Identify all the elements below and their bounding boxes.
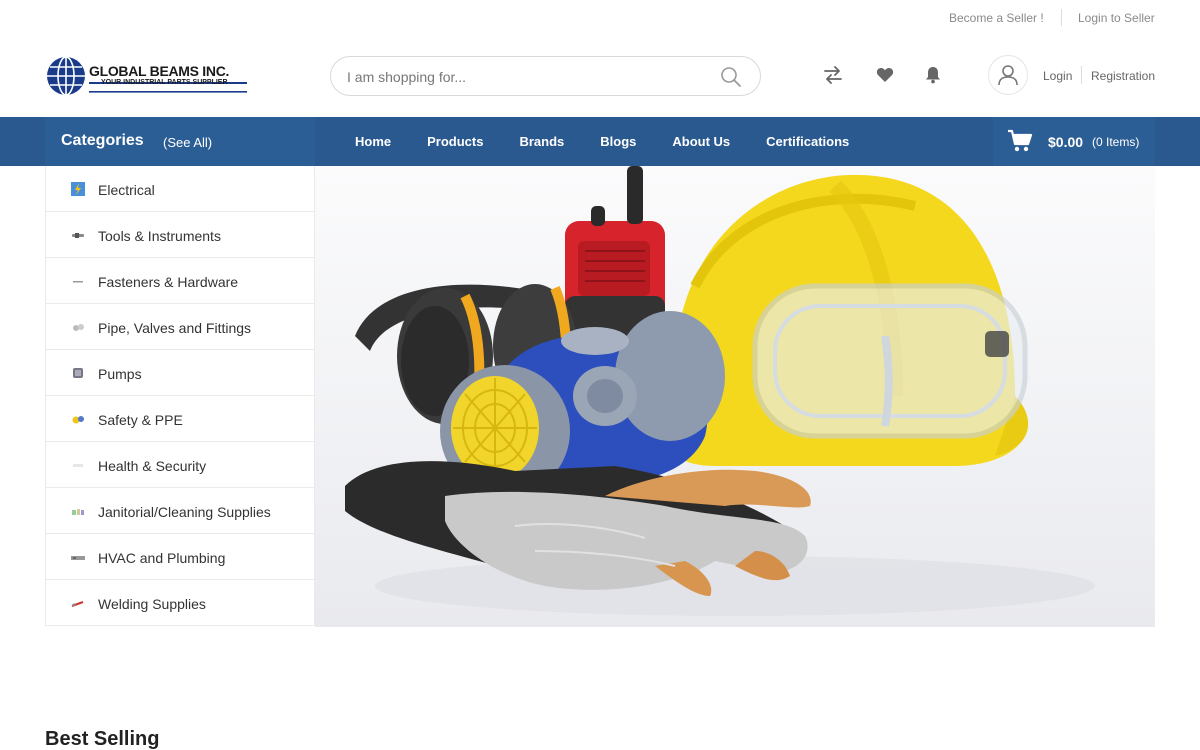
category-label: Pipe, Valves and Fittings bbox=[98, 320, 252, 336]
search-box bbox=[330, 56, 761, 96]
category-label: Fasteners & Hardware bbox=[98, 274, 239, 290]
cart-icon bbox=[1008, 129, 1033, 152]
user-icon bbox=[998, 65, 1018, 86]
cleaning-icon bbox=[72, 509, 84, 515]
top-bar: Become a Seller ! Login to Seller bbox=[0, 0, 1200, 36]
site-logo[interactable]: GLOBAL BEAMS INC. YOUR INDUSTRIAL PARTS … bbox=[45, 55, 250, 97]
category-item-fasteners[interactable]: Fasteners & Hardware bbox=[46, 258, 314, 304]
category-item-safety[interactable]: Safety & PPE bbox=[46, 396, 314, 442]
fasteners-icon bbox=[73, 281, 83, 283]
electrical-icon bbox=[71, 182, 85, 196]
categories-title: Categories bbox=[61, 132, 144, 149]
divider bbox=[1081, 66, 1082, 84]
divider bbox=[1061, 9, 1062, 26]
nav-blogs[interactable]: Blogs bbox=[600, 117, 636, 166]
category-label: Janitorial/Cleaning Supplies bbox=[98, 504, 271, 520]
categories-header[interactable]: Categories (See All) bbox=[45, 117, 315, 166]
wishlist-icon[interactable] bbox=[874, 64, 896, 86]
login-to-seller-link[interactable]: Login to Seller bbox=[1078, 11, 1155, 25]
registration-link[interactable]: Registration bbox=[1091, 69, 1155, 83]
best-selling-heading: Best Selling bbox=[45, 728, 160, 750]
category-item-pumps[interactable]: Pumps bbox=[46, 350, 314, 396]
hvac-icon bbox=[71, 556, 85, 560]
hero-ppe-image bbox=[345, 166, 1095, 616]
category-label: Welding Supplies bbox=[98, 596, 206, 612]
login-link[interactable]: Login bbox=[1043, 69, 1072, 83]
tools-icon bbox=[72, 233, 84, 238]
nav-links: Home Products Brands Blogs About Us Cert… bbox=[355, 117, 885, 166]
notification-icon[interactable] bbox=[922, 64, 944, 86]
cart-amount: $0.00 bbox=[1048, 134, 1084, 150]
category-list: Electrical Tools & Instruments Fasteners… bbox=[45, 166, 315, 626]
hero-banner[interactable] bbox=[315, 166, 1155, 627]
main-nav-bar: Categories (See All) Home Products Brand… bbox=[0, 117, 1200, 166]
user-avatar[interactable] bbox=[988, 55, 1028, 95]
welding-icon bbox=[71, 601, 84, 607]
safety-icon bbox=[72, 416, 84, 424]
search-input[interactable] bbox=[347, 67, 707, 87]
compare-icon[interactable] bbox=[822, 64, 844, 86]
health-icon bbox=[73, 464, 83, 467]
nav-brands[interactable]: Brands bbox=[519, 117, 564, 166]
category-label: Tools & Instruments bbox=[98, 228, 221, 244]
category-item-tools[interactable]: Tools & Instruments bbox=[46, 212, 314, 258]
category-item-electrical[interactable]: Electrical bbox=[46, 166, 314, 212]
category-item-pipe[interactable]: Pipe, Valves and Fittings bbox=[46, 304, 314, 350]
category-label: Electrical bbox=[98, 182, 155, 198]
pump-icon bbox=[73, 368, 83, 378]
cart-item-count: (0 Items) bbox=[1092, 135, 1140, 149]
nav-about-us[interactable]: About Us bbox=[672, 117, 730, 166]
category-item-cleaning[interactable]: Janitorial/Cleaning Supplies bbox=[46, 488, 314, 534]
become-seller-link[interactable]: Become a Seller ! bbox=[949, 11, 1044, 25]
brand-tagline: YOUR INDUSTRIAL PARTS SUPPLIER bbox=[101, 79, 228, 86]
cart-button[interactable]: $0.00 (0 Items) bbox=[993, 117, 1155, 166]
brand-name: GLOBAL BEAMS INC. bbox=[89, 63, 230, 79]
search-icon[interactable] bbox=[720, 66, 742, 88]
category-item-health[interactable]: Health & Security bbox=[46, 442, 314, 488]
category-label: Pumps bbox=[98, 366, 142, 382]
category-label: Safety & PPE bbox=[98, 412, 183, 428]
category-label: HVAC and Plumbing bbox=[98, 550, 226, 566]
nav-certifications[interactable]: Certifications bbox=[766, 117, 849, 166]
category-label: Health & Security bbox=[98, 458, 207, 474]
nav-products[interactable]: Products bbox=[427, 117, 483, 166]
see-all-link[interactable]: (See All) bbox=[163, 135, 212, 150]
pipe-icon bbox=[73, 324, 84, 331]
category-item-welding[interactable]: Welding Supplies bbox=[46, 580, 314, 626]
nav-home[interactable]: Home bbox=[355, 117, 391, 166]
category-item-hvac[interactable]: HVAC and Plumbing bbox=[46, 534, 314, 580]
